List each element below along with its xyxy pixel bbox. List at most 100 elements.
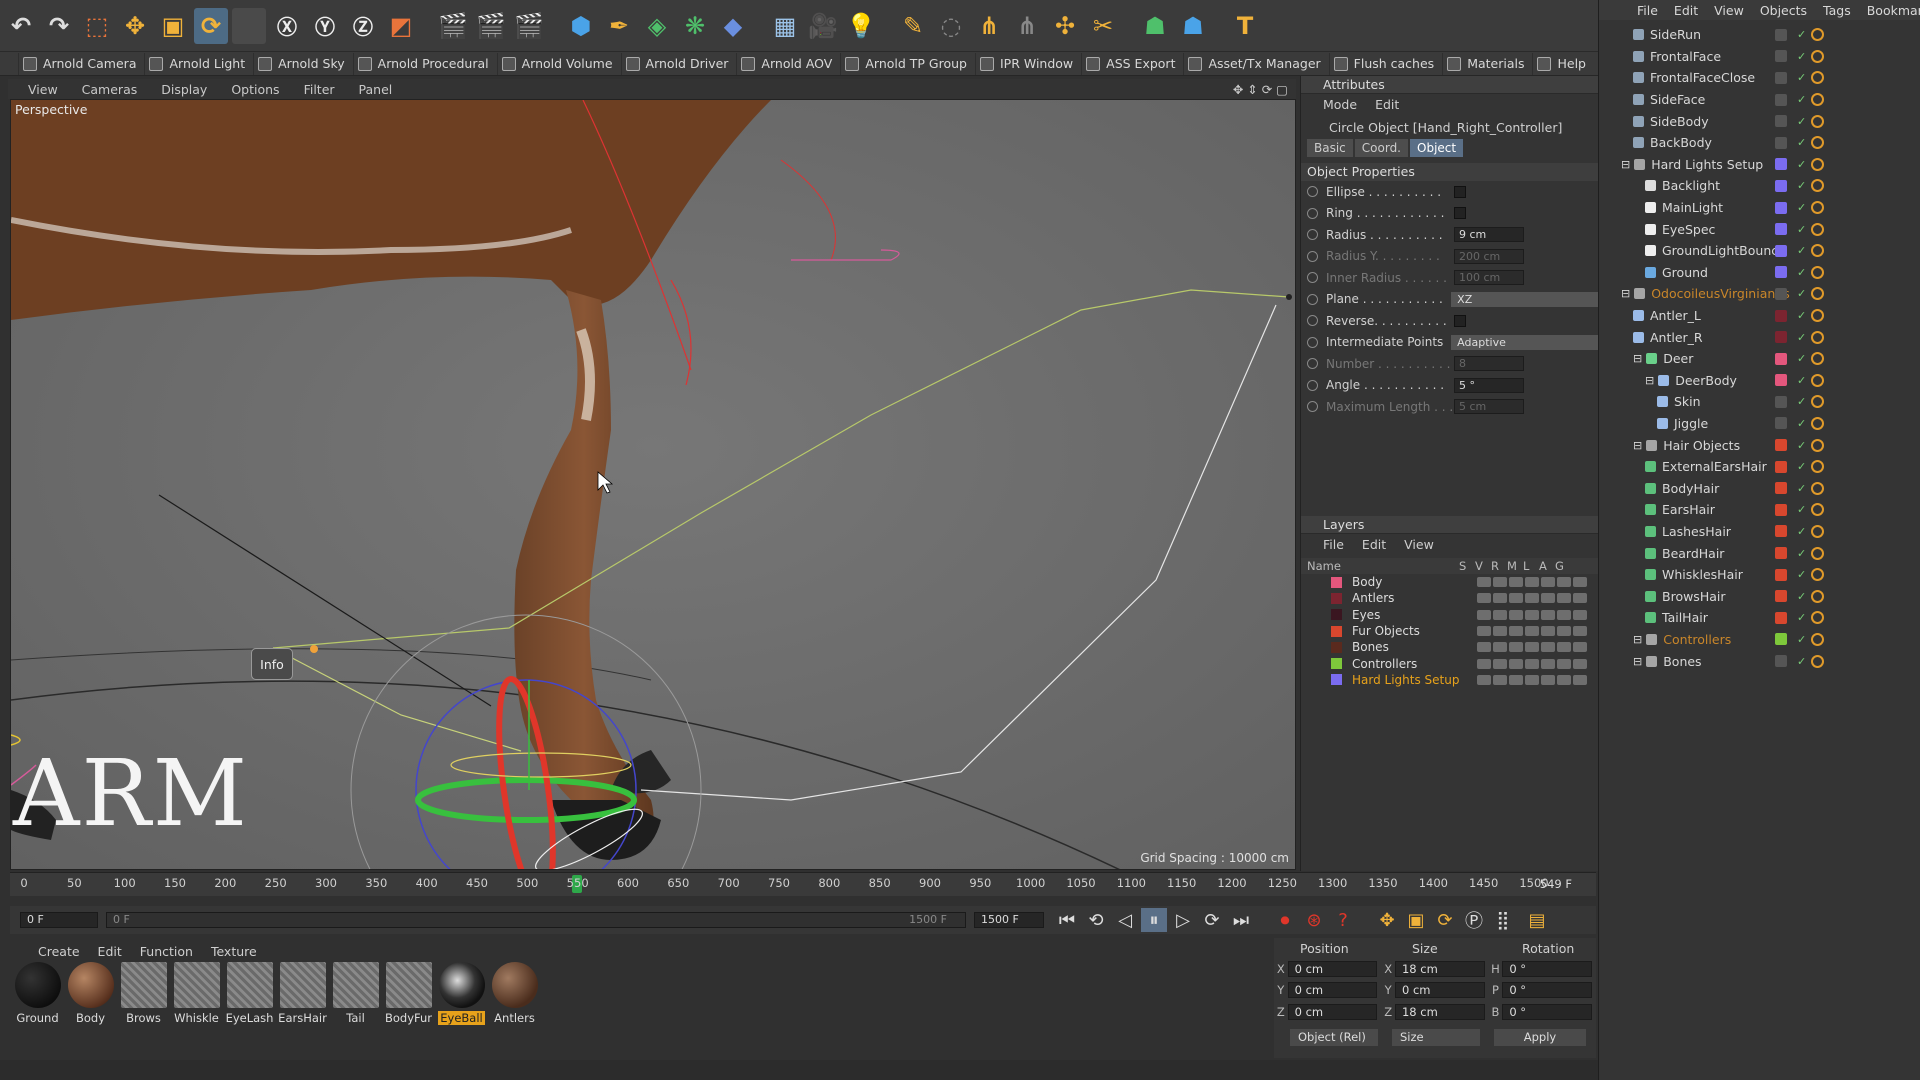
coord-value-field[interactable]: 0 ° [1502,982,1593,999]
property-row[interactable]: Angle . . . . . . . . . . . 5 ° [1301,375,1598,397]
character-rig-icon[interactable]: ☗ [1176,8,1210,44]
toolbar2-button[interactable]: Asset/Tx Manager [1183,52,1328,75]
object-tag-icon[interactable] [1811,179,1824,193]
layer-color-tag[interactable] [1775,655,1787,668]
visibility-check-icon[interactable]: ✓ [1797,136,1806,149]
hair-guide-icon[interactable]: ⋔ [972,8,1006,44]
layer-toggle-icon[interactable] [1493,609,1507,620]
layer-toggle-icon[interactable] [1525,674,1539,685]
property-row[interactable]: Inner Radius . . . . . . 100 cm [1301,267,1598,289]
object-tag-icon[interactable] [1811,287,1824,301]
layer-color-tag[interactable] [1775,547,1787,560]
expand-toggle-icon[interactable]: ⊟ [1621,158,1630,171]
layer-toggle-icon[interactable] [1477,658,1491,669]
layer-toggle-icon[interactable] [1477,609,1491,620]
object-tag-icon[interactable] [1811,395,1824,409]
key-pla-icon[interactable]: ⣿ [1490,908,1516,932]
character-pose-icon[interactable]: ☗ [1138,8,1172,44]
object-row[interactable]: Antler_L ✓ [1599,305,1920,327]
material-menu-item[interactable]: Texture [211,944,257,959]
layer-toggle-icon[interactable] [1557,626,1571,637]
toolbar2-button[interactable]: ASS Export [1081,52,1183,75]
visibility-check-icon[interactable]: ✓ [1797,503,1806,516]
layer-color-tag[interactable] [1775,525,1787,538]
layer-toggle-icon[interactable] [1525,577,1539,588]
object-row[interactable]: ExternalEarsHair ✓ [1599,456,1920,478]
move-icon[interactable]: ✥ [118,8,152,44]
viewport-menu-item[interactable]: Display [161,82,207,97]
layer-toggle-icon[interactable] [1525,658,1539,669]
coord-value-field[interactable]: 18 cm [1394,960,1485,977]
visibility-check-icon[interactable]: ✓ [1797,28,1806,41]
layer-color-tag[interactable] [1775,374,1787,387]
object-row[interactable]: WhisklesHair ✓ [1599,564,1920,586]
visibility-check-icon[interactable]: ✓ [1797,331,1806,344]
property-anim-radio[interactable] [1307,250,1318,262]
hair-comb-icon[interactable]: ⋔ [1010,8,1044,44]
object-tag-icon[interactable] [1811,524,1824,538]
coord-value-field[interactable]: 0 ° [1502,1003,1593,1020]
layer-toggle-icon[interactable] [1509,577,1523,588]
property-row[interactable]: Intermediate Points Adaptive [1301,332,1598,354]
perspective-viewport[interactable]: Perspective Info ARM Grid Spacing : 1000… [10,99,1296,870]
object-row[interactable]: ⊟ Hair Objects ✓ [1599,434,1920,456]
toolbar2-button[interactable]: Arnold Procedural [352,52,497,75]
toolbar2-button[interactable]: Arnold AOV [736,52,840,75]
key-parameter-icon[interactable]: Ⓟ [1461,908,1487,932]
hair-add-icon[interactable]: ✣ [1048,8,1082,44]
layer-toggle-icon[interactable] [1541,626,1555,637]
layer-toggle-icon[interactable] [1557,642,1571,653]
visibility-check-icon[interactable]: ✓ [1797,93,1806,106]
timeline-menu-icon[interactable]: ▤ [1524,908,1550,932]
object-row[interactable]: ⊟ Deer ✓ [1599,348,1920,370]
material-swatch[interactable]: EyeBall [436,962,487,1028]
toolbar2-button[interactable]: Arnold Sky [253,52,353,75]
layer-toggle-icon[interactable] [1541,642,1555,653]
tab-object[interactable]: Object [1410,139,1464,157]
visibility-check-icon[interactable]: ✓ [1797,633,1806,646]
object-row[interactable]: ⊟ Bones ✓ [1599,650,1920,672]
redo-icon[interactable]: ↷ [42,8,76,44]
toolbar2-button[interactable]: Arnold TP Group [840,52,975,75]
layer-toggle-icon[interactable] [1509,674,1523,685]
layer-toggle-icon[interactable] [1477,577,1491,588]
object-row[interactable]: SideFace ✓ [1599,89,1920,111]
toolbar2-button[interactable]: Materials [1442,52,1532,75]
object-row[interactable]: Backlight ✓ [1599,175,1920,197]
object-tag-icon[interactable] [1811,503,1824,517]
y-axis-lock-icon[interactable]: Ⓨ [308,8,342,44]
expand-toggle-icon[interactable]: ⊟ [1621,287,1630,300]
layer-toggle-icon[interactable] [1557,593,1571,604]
pause-icon[interactable]: ⏸ [1141,908,1167,932]
layer-color-tag[interactable] [1775,395,1787,408]
layer-color-tag[interactable] [1775,115,1787,128]
layer-color-tag[interactable] [1775,633,1787,646]
layer-color-tag[interactable] [1775,309,1787,322]
x-axis-lock-icon[interactable]: Ⓧ [270,8,304,44]
coord-value-field[interactable]: 0 cm [1287,1003,1378,1020]
layer-row[interactable]: Eyes [1301,607,1598,623]
next-key-icon[interactable]: ⟳ [1199,908,1225,932]
expand-toggle-icon[interactable]: ⊟ [1633,655,1642,668]
layer-color-tag[interactable] [1775,223,1787,236]
render-picture-viewer-icon[interactable]: 🎬 [474,8,508,44]
layer-color-tag[interactable] [1775,331,1787,344]
coord-size-dropdown[interactable]: Size [1392,1028,1480,1046]
layer-toggle-icon[interactable] [1573,577,1587,588]
material-swatch[interactable]: Ground [12,962,63,1028]
layer-row[interactable]: Bones [1301,639,1598,655]
object-menu-item[interactable]: File [1637,3,1658,18]
material-swatch[interactable]: Antlers [489,962,540,1028]
property-anim-radio[interactable] [1307,336,1318,348]
object-row[interactable]: ⊟ DeerBody ✓ [1599,370,1920,392]
layer-color-tag[interactable] [1775,266,1787,279]
layer-toggle-icon[interactable] [1573,626,1587,637]
visibility-check-icon[interactable]: ✓ [1797,179,1806,192]
object-tag-icon[interactable] [1811,309,1824,323]
layer-color-tag[interactable] [1775,201,1787,214]
object-tag-icon[interactable] [1811,632,1824,646]
light-icon[interactable]: 💡 [844,8,878,44]
visibility-check-icon[interactable]: ✓ [1797,223,1806,236]
object-row[interactable]: FrontalFace ✓ [1599,46,1920,68]
object-row[interactable]: GroundLightBounce ✓ [1599,240,1920,262]
